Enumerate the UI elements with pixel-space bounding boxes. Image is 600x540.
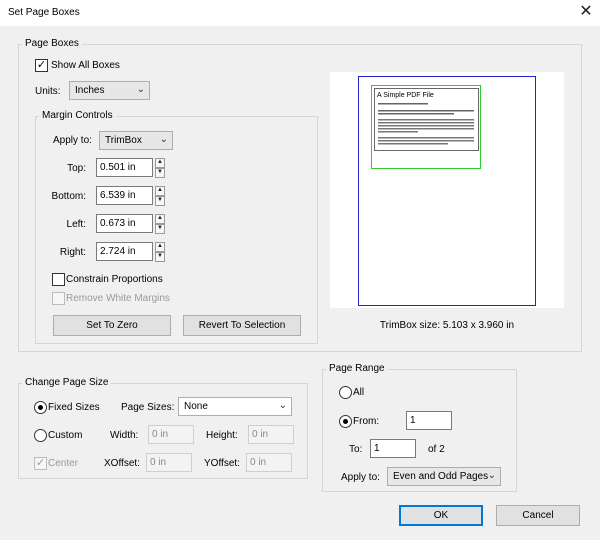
preview-text-line — [378, 137, 474, 139]
apply-to-label: Apply to: — [53, 135, 92, 146]
fixed-sizes-label: Fixed Sizes — [48, 402, 100, 413]
spin-up-icon: ▲ — [157, 159, 163, 165]
right-spin-down[interactable]: ▼ — [155, 252, 165, 262]
xoffset-label: XOffset: — [104, 458, 140, 469]
yoffset-input[interactable]: 0 in — [246, 453, 292, 472]
top-spin-up[interactable]: ▲ — [155, 158, 165, 168]
remove-white-margins-checkbox[interactable] — [52, 292, 65, 305]
width-label: Width: — [110, 430, 139, 441]
preview-heading: A Simple PDF File — [377, 92, 434, 99]
custom-radio[interactable] — [34, 429, 47, 442]
preview-text-line — [378, 140, 474, 142]
all-pages-radio[interactable] — [339, 386, 352, 399]
right-input[interactable]: 2.724 in — [96, 242, 153, 261]
preview-text-line — [378, 113, 454, 115]
xoffset-input[interactable]: 0 in — [146, 453, 192, 472]
spin-down-icon: ▼ — [157, 253, 163, 259]
check-icon: ✓ — [36, 59, 47, 71]
top-label: Top: — [67, 163, 86, 174]
preview-text-line — [378, 131, 418, 133]
center-checkbox[interactable]: ✓ — [34, 457, 47, 470]
bottom-spin-up[interactable]: ▲ — [155, 186, 165, 196]
close-icon[interactable]: ✕ — [576, 3, 596, 23]
units-label: Units: — [35, 86, 61, 97]
spin-up-icon: ▲ — [157, 215, 163, 221]
page-range-label: Page Range — [326, 363, 388, 374]
constrain-proportions-label: Constrain Proportions — [66, 274, 163, 285]
preview-text-line — [378, 143, 448, 145]
units-value: Inches — [75, 85, 105, 96]
spin-down-icon: ▼ — [157, 197, 163, 203]
top-input[interactable]: 0.501 in — [96, 158, 153, 177]
preview-text-line — [378, 110, 474, 112]
set-to-zero-button[interactable]: Set To Zero — [53, 315, 171, 336]
fixed-sizes-radio[interactable] — [34, 401, 47, 414]
preview-text-line — [378, 125, 474, 127]
window-title: Set Page Boxes — [8, 7, 80, 18]
custom-label: Custom — [48, 430, 83, 441]
show-all-boxes-label: Show All Boxes — [51, 60, 120, 71]
page-sizes-label: Page Sizes: — [121, 402, 175, 413]
preview-text-line — [378, 122, 474, 124]
chevron-down-icon: ⌄ — [136, 84, 145, 95]
revert-to-selection-button[interactable]: Revert To Selection — [183, 315, 301, 336]
left-input[interactable]: 0.673 in — [96, 214, 153, 233]
left-spin-up[interactable]: ▲ — [155, 214, 165, 224]
center-label: Center — [48, 458, 79, 469]
to-label: To: — [349, 444, 363, 455]
right-label: Right: — [59, 247, 86, 258]
bottom-input[interactable]: 6.539 in — [96, 186, 153, 205]
page-range-apply-to-select[interactable]: Even and Odd Pages ⌄ — [387, 467, 501, 486]
from-label: From: — [353, 416, 380, 427]
page-range-apply-to-label: Apply to: — [341, 472, 380, 483]
margin-controls-group — [35, 116, 318, 344]
page-sizes-select[interactable]: None ⌄ — [178, 397, 292, 416]
from-input[interactable]: 1 — [406, 411, 452, 430]
left-label: Left: — [66, 219, 86, 230]
page-boxes-label: Page Boxes — [22, 38, 82, 49]
right-spin-up[interactable]: ▲ — [155, 242, 165, 252]
page-range-apply-to-value: Even and Odd Pages — [393, 471, 489, 482]
width-input[interactable]: 0 in — [148, 425, 194, 444]
constrain-proportions-checkbox[interactable] — [52, 273, 65, 286]
bottom-spin-down[interactable]: ▼ — [155, 196, 165, 206]
trimbox-size-text: TrimBox size: 5.103 x 3.960 in — [379, 320, 515, 331]
preview-text-line — [378, 119, 474, 121]
check-icon: ✓ — [35, 457, 46, 469]
from-radio[interactable] — [339, 415, 352, 428]
spin-up-icon: ▲ — [157, 187, 163, 193]
margin-controls-label: Margin Controls — [39, 110, 116, 121]
top-spin-down[interactable]: ▼ — [155, 168, 165, 178]
left-spin-down[interactable]: ▼ — [155, 224, 165, 234]
ok-button[interactable]: OK — [399, 505, 483, 526]
preview-text-line — [378, 128, 474, 130]
chevron-down-icon: ⌄ — [159, 134, 168, 145]
units-select[interactable]: Inches ⌄ — [69, 81, 150, 100]
yoffset-label: YOffset: — [204, 458, 240, 469]
page-preview: A Simple PDF File — [330, 72, 564, 308]
title-bar — [0, 0, 600, 26]
all-pages-label: All — [353, 387, 365, 398]
chevron-down-icon: ⌄ — [487, 470, 496, 481]
page-count-text: of 2 — [428, 444, 445, 455]
spin-up-icon: ▲ — [157, 243, 163, 249]
preview-text-line — [378, 103, 428, 105]
preview-canvas: A Simple PDF File — [358, 76, 536, 306]
spin-down-icon: ▼ — [157, 169, 163, 175]
remove-white-margins-label: Remove White Margins — [66, 293, 170, 304]
bottom-label: Bottom: — [51, 191, 86, 202]
apply-to-select[interactable]: TrimBox ⌄ — [99, 131, 173, 150]
chevron-down-icon: ⌄ — [278, 400, 287, 411]
height-label: Height: — [206, 430, 238, 441]
to-input[interactable]: 1 — [370, 439, 416, 458]
height-input[interactable]: 0 in — [248, 425, 294, 444]
show-all-boxes-checkbox[interactable]: ✓ — [35, 59, 48, 72]
change-page-size-label: Change Page Size — [22, 377, 112, 388]
spin-down-icon: ▼ — [157, 225, 163, 231]
page-sizes-value: None — [184, 401, 208, 412]
apply-to-value: TrimBox — [105, 135, 142, 146]
cancel-button[interactable]: Cancel — [496, 505, 580, 526]
